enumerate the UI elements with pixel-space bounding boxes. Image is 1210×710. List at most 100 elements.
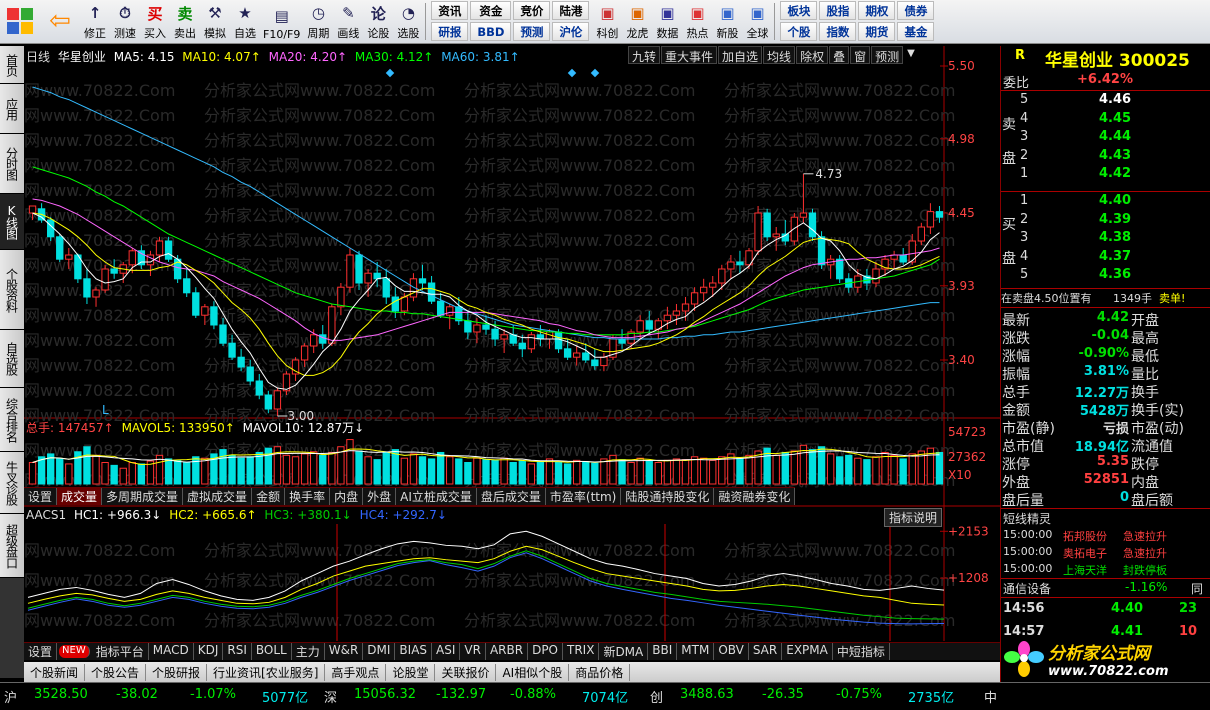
- toolbar-grid-button[interactable]: 研报: [431, 22, 469, 41]
- toolbar-grid-button[interactable]: 个股: [780, 22, 818, 41]
- indicator-tab[interactable]: 主力: [292, 643, 325, 660]
- volume-sub-tab[interactable]: 设置: [24, 488, 58, 505]
- volume-sub-tab[interactable]: 成交量: [57, 488, 103, 505]
- speed-test-button[interactable]: ⏱ 测速: [110, 0, 140, 43]
- volume-sub-tab[interactable]: 内盘: [330, 488, 364, 505]
- dragon-tiger-button[interactable]: ▣ 龙虎: [622, 0, 652, 43]
- volume-sub-tab[interactable]: 换手率: [285, 488, 331, 505]
- sell-button[interactable]: 卖卖出: [170, 0, 200, 43]
- news-tab[interactable]: 高手观点: [325, 663, 387, 681]
- spirit-stock[interactable]: 拓邦股份: [1063, 528, 1107, 544]
- bid-price[interactable]: 4.38: [1099, 230, 1131, 245]
- volume-sub-tab[interactable]: 融资融券变化: [714, 488, 796, 505]
- toolbar-grid-button[interactable]: 股指: [819, 1, 857, 20]
- left-tab[interactable]: 个股资料: [0, 250, 24, 330]
- period-button[interactable]: ◷ 周期: [303, 0, 333, 43]
- indicator-tab[interactable]: W&R: [325, 643, 364, 660]
- indicator-tab[interactable]: ARBR: [486, 643, 529, 660]
- spirit-stock[interactable]: 上海天洋: [1063, 562, 1107, 578]
- toolbar-grid-button[interactable]: 资讯: [431, 1, 469, 20]
- index-name[interactable]: 沪: [4, 687, 17, 706]
- index-name[interactable]: 深: [324, 687, 337, 706]
- back-button[interactable]: ⇦: [40, 0, 80, 43]
- left-tab[interactable]: 应用: [0, 84, 24, 134]
- indicator-tab[interactable]: MACD: [149, 643, 194, 660]
- toolbar-grid-button[interactable]: 陆港: [552, 1, 590, 20]
- draw-line-button[interactable]: ✎ 画线: [333, 0, 363, 43]
- indicator-tab[interactable]: 中短指标: [833, 643, 890, 660]
- bid-price[interactable]: 4.40: [1099, 193, 1131, 208]
- toolbar-grid-button[interactable]: 板块: [780, 1, 818, 20]
- chart-canvas[interactable]: 分析家公式网www.70822.Com 分析家公式网www.70822.Com 分析…: [24, 46, 1000, 686]
- volume-sub-tab[interactable]: AI立桩成交量: [396, 488, 477, 505]
- indicator-tab[interactable]: RSI: [223, 643, 252, 660]
- news-tab[interactable]: 商品价格: [569, 663, 631, 681]
- bid-price[interactable]: 4.36: [1099, 267, 1131, 282]
- indicator-help-button[interactable]: 指标说明: [884, 508, 943, 527]
- indicator-tab[interactable]: DPO: [528, 643, 563, 660]
- hot-spot-button[interactable]: ▣ 热点: [682, 0, 712, 43]
- toolbar-grid-button[interactable]: 资金: [470, 1, 512, 20]
- buy-button[interactable]: 买买入: [140, 0, 170, 43]
- left-tab[interactable]: 综合排名: [0, 388, 24, 452]
- volume-sub-tab[interactable]: 多周期成交量: [102, 488, 184, 505]
- toolbar-grid-button[interactable]: 债券: [897, 1, 935, 20]
- data-button[interactable]: ▣ 数据: [652, 0, 682, 43]
- left-tab[interactable]: K线图: [0, 194, 24, 250]
- ask-price[interactable]: 4.44: [1099, 129, 1131, 144]
- left-tab[interactable]: 自选股: [0, 330, 24, 388]
- volume-sub-tab[interactable]: 金额: [252, 488, 286, 505]
- news-tab[interactable]: 行业资讯[农业服务]: [207, 663, 326, 681]
- short-line-spirit-title[interactable]: 短线精灵: [1003, 510, 1051, 527]
- indicator-tab[interactable]: 新DMA: [599, 643, 649, 660]
- toolbar-grid-button[interactable]: 期货: [858, 22, 896, 41]
- ask-price[interactable]: 4.42: [1099, 166, 1131, 181]
- toolbar-grid-button[interactable]: 预测: [513, 22, 551, 41]
- news-tab[interactable]: 论股堂: [386, 663, 436, 681]
- f10-button[interactable]: ▤ F10/F9: [260, 0, 303, 43]
- indicator-tab[interactable]: TRIX: [563, 643, 600, 660]
- volume-sub-tab[interactable]: 陆股通持股变化: [621, 488, 715, 505]
- news-tab[interactable]: 个股新闻: [24, 663, 86, 681]
- ask-price[interactable]: 4.46: [1099, 92, 1131, 107]
- left-tab[interactable]: 牛叉诊股: [0, 452, 24, 514]
- toolbar-grid-button[interactable]: 期权: [858, 1, 896, 20]
- indicator-tab[interactable]: VR: [460, 643, 486, 660]
- watchlist-button[interactable]: ★ 自选: [230, 0, 260, 43]
- spirit-stock[interactable]: 奥拓电子: [1063, 545, 1107, 561]
- fix-button[interactable]: ↑ 修正: [80, 0, 110, 43]
- toolbar-grid-button[interactable]: 竞价: [513, 1, 551, 20]
- bid-price[interactable]: 4.37: [1099, 249, 1131, 264]
- news-tab[interactable]: 个股公告: [85, 663, 147, 681]
- stock-pick-button[interactable]: ◔ 选股: [393, 0, 423, 43]
- home-logo-button[interactable]: [0, 0, 40, 43]
- volume-sub-tab[interactable]: 外盘: [363, 488, 397, 505]
- left-tab[interactable]: 分时图: [0, 134, 24, 194]
- star-market-button[interactable]: ▣ 科创: [592, 0, 622, 43]
- left-tab[interactable]: 超级盘口: [0, 514, 24, 578]
- news-tab[interactable]: AI相似个股: [496, 663, 570, 681]
- indicator-tab[interactable]: BIAS: [395, 643, 433, 660]
- event-diamond-icon[interactable]: [590, 68, 600, 78]
- ask-price[interactable]: 4.45: [1099, 111, 1131, 126]
- indicator-tab[interactable]: 设置: [24, 643, 58, 660]
- event-diamond-icon[interactable]: [385, 68, 395, 78]
- toolbar-grid-button[interactable]: 沪伦: [552, 22, 590, 41]
- index-name[interactable]: 创: [650, 687, 663, 706]
- ask-price[interactable]: 4.43: [1099, 148, 1131, 163]
- volume-sub-tab[interactable]: 盘后成交量: [477, 488, 546, 505]
- indicator-tab[interactable]: EXPMA: [782, 643, 833, 660]
- volume-sub-tab[interactable]: 市盈率(ttm): [546, 488, 622, 505]
- global-button[interactable]: ▣ 全球: [742, 0, 772, 43]
- simulate-button[interactable]: ⚒ 模拟: [200, 0, 230, 43]
- toolbar-grid-button[interactable]: BBD: [470, 22, 512, 41]
- event-diamond-icon[interactable]: [567, 68, 577, 78]
- indicator-tab[interactable]: KDJ: [194, 643, 224, 660]
- indicator-tab[interactable]: SAR: [749, 643, 783, 660]
- sector-label[interactable]: 通信设备: [1003, 580, 1051, 597]
- toolbar-grid-button[interactable]: 基金: [897, 22, 935, 41]
- indicator-tab[interactable]: OBV: [714, 643, 749, 660]
- indicator-tab[interactable]: MTM: [677, 643, 715, 660]
- left-tab[interactable]: 首页: [0, 46, 24, 84]
- indicator-tab[interactable]: ASI: [432, 643, 461, 660]
